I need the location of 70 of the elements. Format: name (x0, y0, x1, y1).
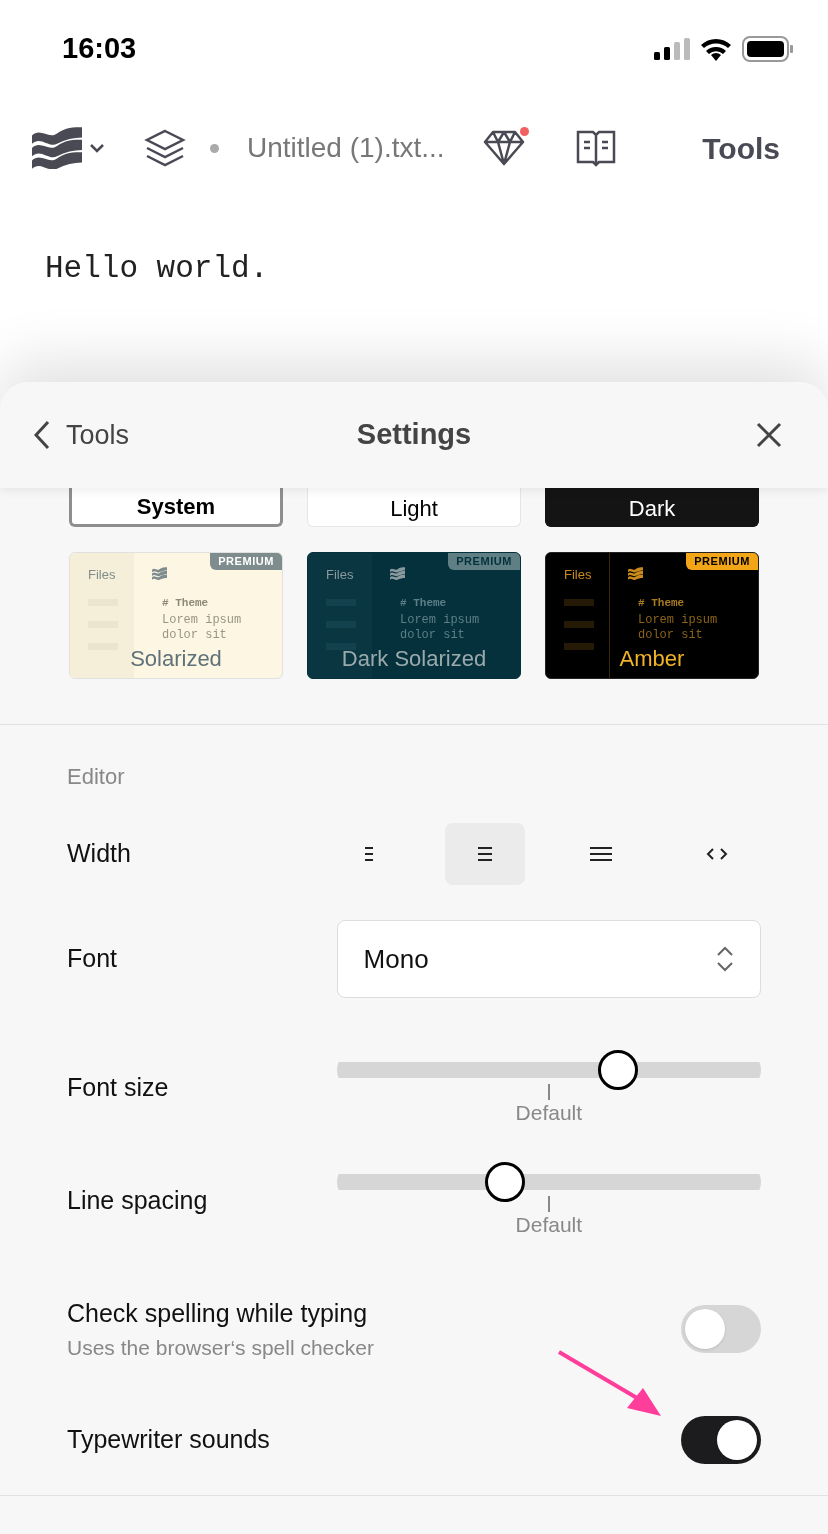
theme-card[interactable]: System (69, 487, 283, 527)
toggle-label: Typewriter sounds (67, 1423, 270, 1455)
preview-heading: # Theme (400, 596, 447, 611)
preview-text: Lorem ipsum (400, 613, 480, 628)
tools-button[interactable]: Tools (702, 125, 780, 171)
theme-name: Dark Solarized (341, 648, 487, 670)
waves-logo-icon (152, 567, 167, 580)
theme-name: System (136, 496, 216, 518)
premium-badge: PREMIUM (210, 553, 282, 570)
chevron-down-icon (90, 143, 104, 153)
toggle-switch[interactable] (681, 1415, 761, 1464)
logo-menu-button[interactable] (32, 127, 104, 169)
theme-card[interactable]: PREMIUM Files # Theme Lorem ipsum dolor sit Amber (545, 552, 759, 679)
slider-label: Font size (67, 1072, 170, 1104)
preview-text: dolor sit (400, 628, 466, 643)
preview-files-label: Files (326, 566, 354, 584)
toggle-description: Uses the browser‘s spell checker (67, 1335, 374, 1361)
battery-icon (742, 36, 794, 62)
preview-heading: # Theme (638, 596, 685, 611)
preview-text: Lorem ipsum (638, 613, 718, 628)
layers-icon[interactable] (144, 128, 186, 168)
slider-label: Line spacing (67, 1184, 209, 1216)
diamond-icon[interactable] (482, 129, 525, 167)
waves-logo-icon (628, 567, 643, 580)
signal-icon (654, 38, 690, 60)
preview-files-label: Files (564, 566, 592, 584)
preview-bar (564, 599, 594, 606)
theme-card[interactable]: PREMIUM Files # Theme Lorem ipsum dolor sit Dark Solarized (307, 552, 521, 679)
default-label: Default (515, 1212, 583, 1239)
preview-text: dolor sit (162, 628, 228, 643)
book-icon[interactable] (574, 128, 617, 168)
lines-icon (476, 845, 494, 863)
sheet-title: Settings (356, 417, 472, 453)
font-select[interactable]: Mono (336, 920, 761, 998)
chevron-left-icon (34, 420, 50, 450)
theme-card[interactable]: PREMIUM Files # Theme Lorem ipsum dolor sit Solarized (69, 552, 283, 679)
close-icon[interactable] (756, 422, 782, 448)
waves-logo-icon (32, 127, 82, 169)
file-name[interactable]: Untitled (1).txt... (247, 127, 445, 169)
up-down-chevron-icon (716, 946, 734, 972)
slider-thumb[interactable] (484, 1162, 525, 1203)
toggle-switch[interactable] (681, 1305, 761, 1353)
premium-badge: PREMIUM (448, 553, 520, 570)
back-button[interactable]: Tools (34, 414, 130, 456)
theme-name: Light (390, 498, 438, 520)
preview-heading: # Theme (162, 596, 209, 611)
wifi-icon (700, 37, 732, 61)
preview-text: Lorem ipsum (162, 613, 242, 628)
default-label: Default (515, 1100, 583, 1126)
preview-bar (564, 621, 594, 628)
theme-name: Solarized (130, 648, 222, 670)
editor-text: Hello world. (45, 251, 269, 286)
preview-text: dolor sit (638, 628, 704, 643)
waves-logo-icon (390, 567, 405, 580)
status-time: 16:03 (62, 31, 137, 67)
font-label: Font (67, 943, 119, 975)
theme-name: Dark (628, 498, 676, 520)
slider-thumb[interactable] (598, 1050, 638, 1090)
toggle-label: Check spelling while typing (67, 1297, 369, 1329)
lines-icon (588, 845, 614, 863)
preview-files-label: Files (88, 566, 116, 584)
width-label: Width (67, 838, 132, 870)
premium-badge: PREMIUM (686, 553, 758, 570)
theme-card[interactable]: Light (307, 487, 521, 527)
theme-name: Amber (619, 648, 685, 670)
preview-bar (564, 643, 594, 650)
lines-icon (363, 845, 375, 863)
code-icon (705, 846, 729, 862)
theme-card[interactable]: Dark (545, 487, 759, 527)
section-label: Editor (67, 764, 125, 789)
